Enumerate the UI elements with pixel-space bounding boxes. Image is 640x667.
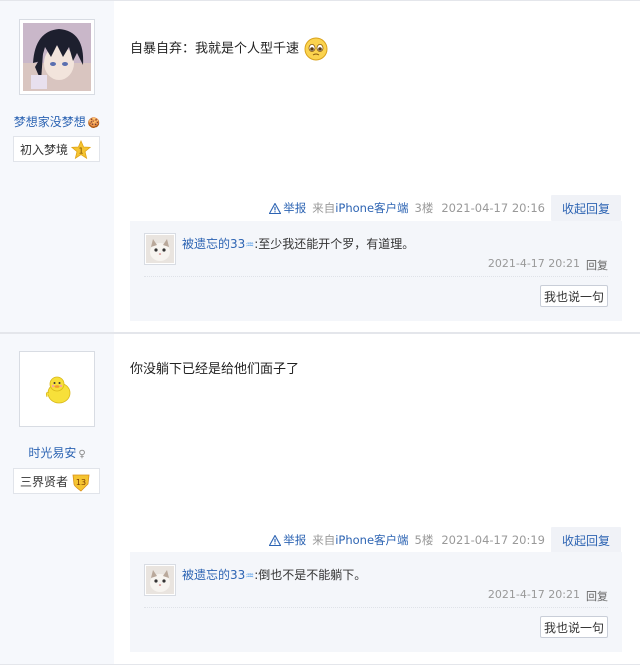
post-time: 2021-04-17 20:19 [441,533,545,547]
reply-content: :倒也不是不能躺下。 [254,568,367,582]
warning-icon [269,534,282,546]
level-name: 三界贤者 [20,474,69,489]
report-label[interactable]: 举报 [283,532,306,548]
post-tail: 举报 来自iPhone客户端 5楼 2021-04-17 20:19 收起回复 [269,527,621,553]
vip-icon: ♒ [245,571,255,582]
avatar-image [23,355,91,423]
author-name-text[interactable]: 梦想家没梦想 [14,115,86,129]
floor-number: 5楼 [414,533,434,547]
post-floor-3: 梦想家没梦想 🍪 初入梦境 1 自暴自弃：我就是个人型千速 举报 来自iPhon… [0,0,640,333]
post-content: 你没躺下已经是给他们面子了 [130,358,299,377]
report-link[interactable]: 举报 [269,532,306,548]
collapse-replies-button[interactable]: 收起回复 [551,195,621,221]
add-comment-button[interactable]: 我也说一句 [540,285,608,307]
warning-icon [269,202,282,214]
reply-time: 2021-4-17 20:21 [487,257,580,270]
reply-meta: 2021-4-17 20:21 回复 [488,588,608,604]
author-name[interactable]: 梦想家没梦想 🍪 [0,113,114,130]
cat-avatar-icon [146,566,174,594]
post-source: 来自iPhone客户端 [312,200,408,216]
reply-avatar[interactable] [144,564,176,596]
author-avatar[interactable] [19,19,95,95]
reply-username[interactable]: 被遗忘的33 [182,237,245,251]
author-name[interactable]: 时光易安 ♀ [0,444,114,461]
author-name-text[interactable]: 时光易安 [28,446,76,460]
avatar-image [23,23,91,91]
cat-avatar-icon [146,235,174,263]
level-number: 1 [78,147,83,156]
reply-meta: 2021-4-17 20:21 回复 [488,257,608,273]
gender-icon: ♀ [78,449,86,460]
author-sidebar: 梦想家没梦想 🍪 初入梦境 1 [0,1,114,332]
report-link[interactable]: 举报 [269,200,306,216]
vip-icon: ♒ [245,240,255,251]
from-prefix: 来自 [312,201,336,215]
reply-item: 被遗忘的33♒:至少我还能开个罗，有道理。 2021-4-17 20:21 回复 [144,233,608,277]
reply-to-reply-link[interactable]: 回复 [586,257,608,273]
post-source: 来自iPhone客户端 [312,532,408,548]
user-level[interactable]: 初入梦境 1 [13,136,100,162]
reply-to-reply-link[interactable]: 回复 [586,588,608,604]
post-floor-5: 时光易安 ♀ 三界贤者 13 你没躺下已经是给他们面子了 举报 来自iPhone客… [0,333,640,665]
post-time: 2021-04-17 20:16 [441,201,545,215]
level-shield-icon: 13 [71,472,91,492]
level-star-icon: 1 [70,139,92,160]
crying-face-emoji-icon [304,37,328,61]
from-prefix: 来自 [312,533,336,547]
reply-avatar[interactable] [144,233,176,265]
reply-panel: 被遗忘的33♒:至少我还能开个罗，有道理。 2021-4-17 20:21 回复… [130,221,622,321]
level-name: 初入梦境 [20,142,69,157]
add-comment-button[interactable]: 我也说一句 [540,616,608,638]
client-link[interactable]: iPhone客户端 [335,201,408,215]
floor-number: 3楼 [414,201,434,215]
reply-time: 2021-4-17 20:21 [487,588,580,601]
level-number: 13 [76,478,86,487]
post-content: 自暴自弃：我就是个人型千速 [130,37,328,61]
collapse-replies-button[interactable]: 收起回复 [551,527,621,553]
post-text: 自暴自弃：我就是个人型千速 [130,41,300,57]
reply-item: 被遗忘的33♒:倒也不是不能躺下。 2021-4-17 20:21 回复 [144,564,608,608]
report-label[interactable]: 举报 [283,200,306,216]
author-avatar[interactable] [19,351,95,427]
user-level[interactable]: 三界贤者 13 [13,468,100,494]
reply-content: :至少我还能开个罗，有道理。 [254,237,415,251]
author-sidebar: 时光易安 ♀ 三界贤者 13 [0,334,114,664]
client-link[interactable]: iPhone客户端 [335,533,408,547]
reply-text: 被遗忘的33♒:倒也不是不能躺下。 [182,566,366,583]
reply-text: 被遗忘的33♒:至少我还能开个罗，有道理。 [182,235,414,252]
reply-username[interactable]: 被遗忘的33 [182,568,245,582]
reply-panel: 被遗忘的33♒:倒也不是不能躺下。 2021-4-17 20:21 回复 我也说… [130,552,622,652]
post-tail: 举报 来自iPhone客户端 3楼 2021-04-17 20:16 收起回复 [269,195,621,221]
post-text: 你没躺下已经是给他们面子了 [130,362,300,377]
user-badge-icon: 🍪 [87,118,101,129]
